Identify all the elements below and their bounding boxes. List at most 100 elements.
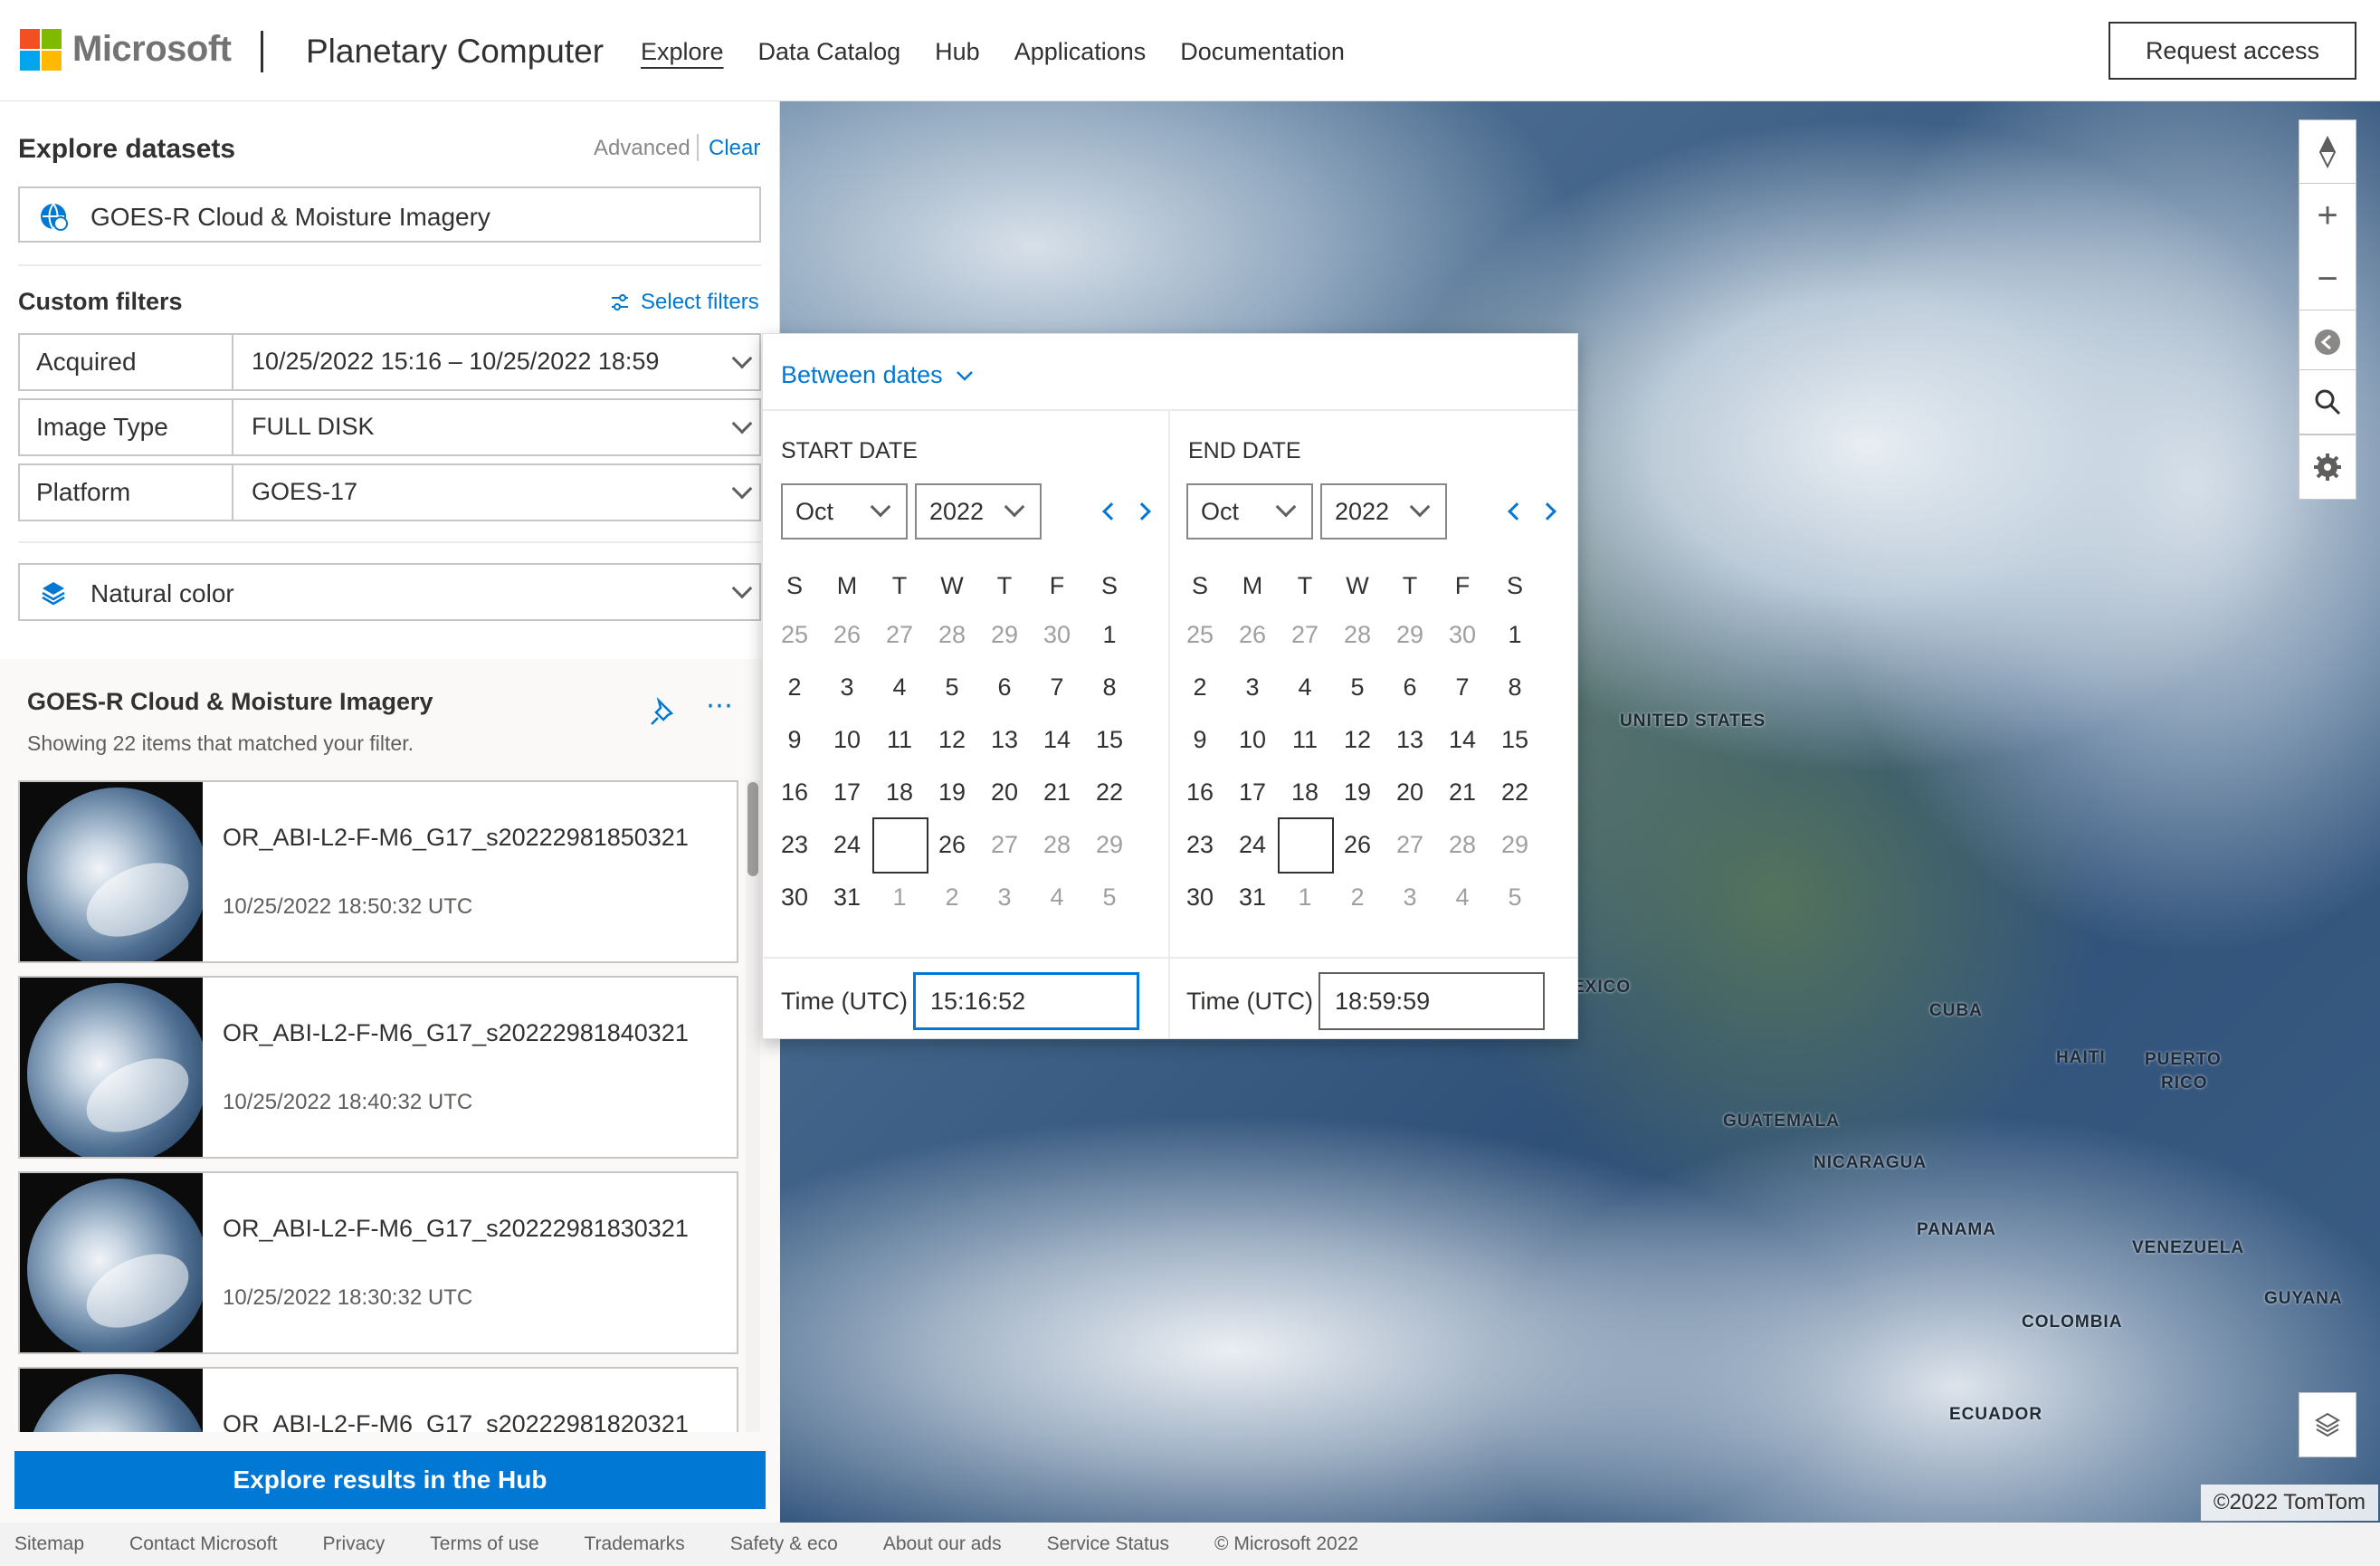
calendar-day[interactable]: 31 [1226,871,1279,923]
calendar-day[interactable]: 25 [872,817,928,874]
calendar-day[interactable]: 21 [1031,766,1083,818]
select-filters-button[interactable]: Select filters [610,290,759,315]
calendar-day[interactable]: 27 [1279,608,1331,661]
explore-hub-button[interactable]: Explore results in the Hub [14,1451,766,1509]
calendar-day[interactable]: 27 [978,818,1031,871]
footer-link[interactable]: Sitemap [14,1523,84,1566]
calendar-day[interactable]: 5 [1331,661,1384,713]
calendar-day[interactable]: 25 [1174,608,1226,661]
calendar-day[interactable]: 3 [821,661,873,713]
results-scrollbar[interactable] [746,780,760,1432]
nav-hub[interactable]: Hub [935,38,980,66]
nav-documentation[interactable]: Documentation [1180,38,1345,66]
calendar-day[interactable]: 28 [926,608,978,661]
list-item[interactable]: OR_ABI-L2-F-M6_G17_s20222981830321 10/25… [18,1171,738,1354]
list-item[interactable]: OR_ABI-L2-F-M6_G17_s20222981840321 10/25… [18,976,738,1159]
pitch-icon[interactable] [2299,310,2356,374]
calendar-day[interactable]: 6 [1384,661,1436,713]
calendar-day[interactable]: 8 [1489,661,1541,713]
footer-link[interactable]: Contact Microsoft [129,1523,277,1566]
nav-data-catalog[interactable]: Data Catalog [758,38,901,66]
calendar-day[interactable]: 2 [1174,661,1226,713]
calendar-day[interactable]: 11 [873,713,926,766]
calendar-day[interactable]: 28 [1436,818,1489,871]
calendar-day[interactable]: 23 [1174,818,1226,871]
calendar-day[interactable]: 5 [1083,871,1136,923]
list-item[interactable]: OR_ABI-L2-F-M6_G17_s20222981850321 10/25… [18,780,738,963]
calendar-day[interactable]: 2 [926,871,978,923]
footer-link[interactable]: Trademarks [585,1523,685,1566]
calendar-day[interactable]: 16 [1174,766,1226,818]
end-year-select[interactable]: 2022 [1320,483,1447,540]
zoom-in-icon[interactable]: + [2299,184,2356,247]
calendar-day[interactable]: 20 [978,766,1031,818]
list-item[interactable]: OR_ABI-L2-F-M6_G17_s20222981820321 [18,1367,738,1432]
zoom-out-icon[interactable]: − [2299,247,2356,310]
calendar-day[interactable]: 30 [1174,871,1226,923]
product-name[interactable]: Planetary Computer [306,33,604,71]
calendar-day[interactable]: 26 [1226,608,1279,661]
calendar-day[interactable]: 24 [821,818,873,871]
calendar-day[interactable]: 27 [1384,818,1436,871]
calendar-day[interactable]: 3 [1226,661,1279,713]
calendar-day[interactable]: 19 [1331,766,1384,818]
filter-acquired[interactable]: Acquired 10/25/2022 15:16 – 10/25/2022 1… [18,333,761,391]
calendar-day[interactable]: 15 [1083,713,1136,766]
next-month-icon[interactable] [1133,502,1151,520]
calendar-day[interactable]: 24 [1226,818,1279,871]
calendar-day[interactable]: 30 [768,871,821,923]
dataset-selector[interactable]: GOES-R Cloud & Moisture Imagery [18,186,761,243]
more-options-icon[interactable]: ⋯ [706,690,735,721]
calendar-day[interactable]: 10 [1226,713,1279,766]
calendar-day[interactable]: 18 [1279,766,1331,818]
render-selector[interactable]: Natural color [18,563,761,621]
calendar-day[interactable]: 9 [1174,713,1226,766]
date-mode-dropdown[interactable]: Between dates [781,361,974,389]
calendar-day[interactable]: 26 [821,608,873,661]
calendar-day[interactable]: 12 [926,713,978,766]
prev-month-icon[interactable] [1508,502,1526,520]
calendar-day[interactable]: 14 [1436,713,1489,766]
footer-link[interactable]: Privacy [322,1523,385,1566]
calendar-day[interactable]: 23 [768,818,821,871]
calendar-day[interactable]: 17 [1226,766,1279,818]
search-icon[interactable] [2299,370,2356,434]
calendar-day[interactable]: 26 [1331,818,1384,871]
calendar-day[interactable]: 16 [768,766,821,818]
calendar-day[interactable]: 17 [821,766,873,818]
next-month-icon[interactable] [1538,502,1557,520]
calendar-day[interactable]: 1 [1083,608,1136,661]
calendar-day[interactable]: 29 [1083,818,1136,871]
calendar-day[interactable]: 4 [1031,871,1083,923]
microsoft-logo[interactable] [20,29,62,71]
calendar-day[interactable]: 25 [1278,817,1334,874]
calendar-day[interactable]: 1 [1489,608,1541,661]
calendar-day[interactable]: 4 [1436,871,1489,923]
calendar-day[interactable]: 3 [978,871,1031,923]
calendar-day[interactable]: 19 [926,766,978,818]
prev-month-icon[interactable] [1102,502,1120,520]
filter-image-type[interactable]: Image Type FULL DISK [18,398,761,456]
calendar-day[interactable]: 29 [1489,818,1541,871]
calendar-day[interactable]: 12 [1331,713,1384,766]
calendar-day[interactable]: 14 [1031,713,1083,766]
calendar-day[interactable]: 13 [1384,713,1436,766]
calendar-day[interactable]: 29 [1384,608,1436,661]
calendar-day[interactable]: 28 [1331,608,1384,661]
calendar-day[interactable]: 3 [1384,871,1436,923]
request-access-button[interactable]: Request access [2109,22,2356,80]
nav-applications[interactable]: Applications [1014,38,1147,66]
layers-icon[interactable] [2299,1393,2356,1456]
calendar-day[interactable]: 2 [768,661,821,713]
calendar-day[interactable]: 27 [873,608,926,661]
calendar-day[interactable]: 4 [873,661,926,713]
calendar-day[interactable]: 9 [768,713,821,766]
calendar-day[interactable]: 22 [1489,766,1541,818]
end-month-select[interactable]: Oct [1186,483,1313,540]
settings-icon[interactable] [2299,435,2356,499]
start-month-select[interactable]: Oct [781,483,908,540]
start-time-input[interactable] [913,972,1139,1030]
calendar-day[interactable]: 31 [821,871,873,923]
clear-link[interactable]: Clear [709,136,760,161]
calendar-day[interactable]: 7 [1436,661,1489,713]
